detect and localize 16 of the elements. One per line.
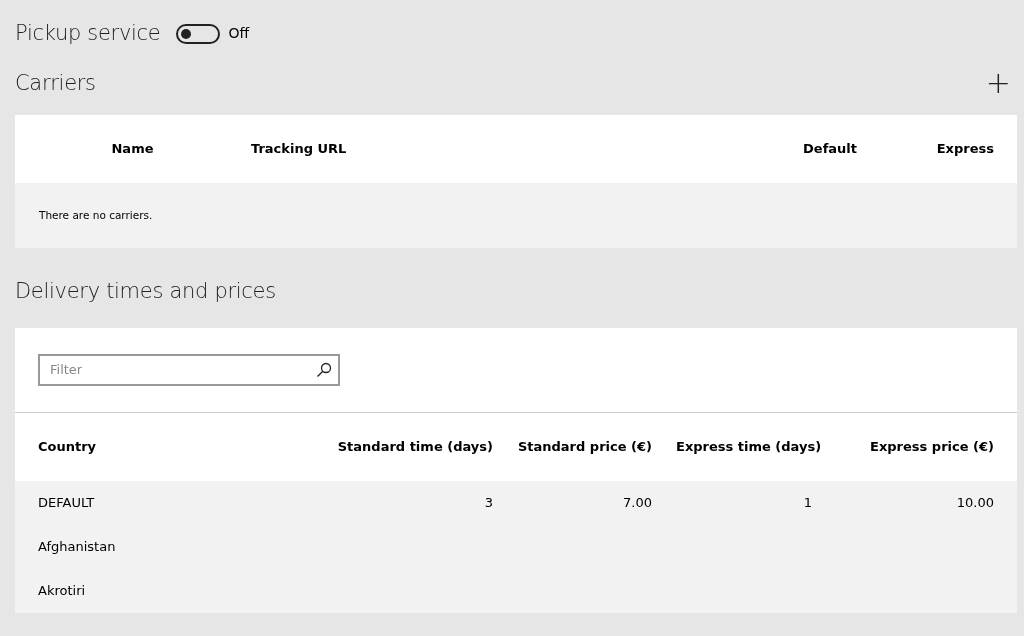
- table-cell: 10.00: [956, 494, 994, 510]
- pickup-service-label: Pickup service: [15, 20, 161, 47]
- table-cell: 1: [803, 494, 812, 510]
- pickup-service-toggle[interactable]: [176, 23, 221, 44]
- section-title: Delivery times and prices: [15, 278, 277, 305]
- add-button[interactable]: +: [979, 68, 1017, 99]
- filter-field[interactable]: Filter: [38, 353, 340, 386]
- toggle-state-label: Off: [228, 24, 250, 44]
- table-cell: 7.00: [623, 494, 652, 510]
- table-cell: Akrotiri: [38, 582, 86, 598]
- section-title: Carriers: [15, 69, 96, 97]
- table-cell: DEFAULT: [38, 494, 95, 510]
- table-cell: 3: [484, 494, 493, 510]
- table-cell: Afghanistan: [38, 538, 116, 554]
- empty-message: There are no carriers.: [15, 183, 1017, 248]
- search-icon: [316, 361, 332, 378]
